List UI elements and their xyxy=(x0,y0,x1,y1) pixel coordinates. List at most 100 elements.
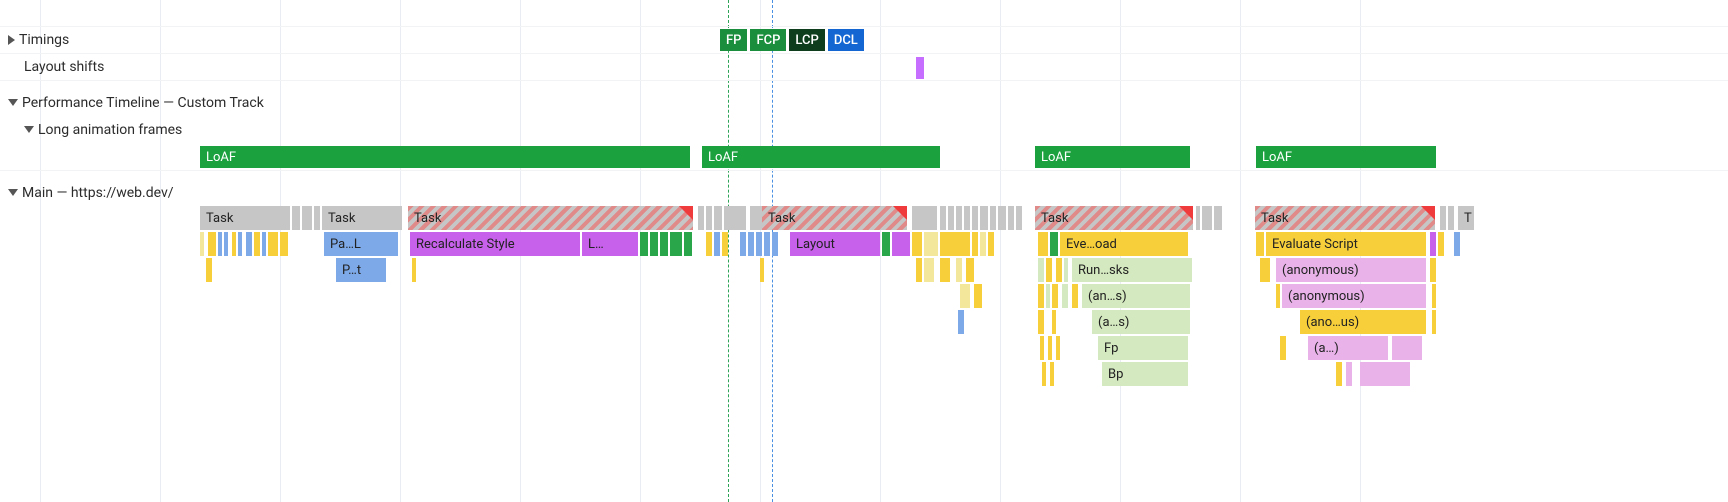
flame-entry[interactable] xyxy=(974,284,982,308)
flame-entry[interactable] xyxy=(1346,362,1352,386)
flame-entry[interactable] xyxy=(650,232,658,256)
flame-entry[interactable] xyxy=(660,232,668,256)
flame-entry[interactable]: Task xyxy=(408,206,693,230)
flame-entry[interactable] xyxy=(1042,362,1046,386)
flame-entry[interactable] xyxy=(1280,336,1286,360)
flame-entry[interactable]: Recalculate Style xyxy=(410,232,580,256)
flame-entry[interactable] xyxy=(1336,362,1342,386)
flame-entry[interactable] xyxy=(924,258,934,282)
flame-entry[interactable] xyxy=(1432,284,1436,308)
flame-entry[interactable] xyxy=(232,232,236,256)
flame-entry[interactable] xyxy=(1016,206,1022,230)
loaf-entry[interactable]: LoAF xyxy=(1256,146,1436,168)
flame-entry[interactable] xyxy=(980,232,986,256)
flame-entry[interactable] xyxy=(224,232,228,256)
flame-entry[interactable]: (anonymous) xyxy=(1282,284,1426,308)
flame-entry[interactable] xyxy=(1050,232,1058,256)
flame-entry[interactable]: Pa…L xyxy=(324,232,398,256)
flame-entry[interactable] xyxy=(1048,336,1052,360)
flame-entry[interactable]: (a…) xyxy=(1308,336,1388,360)
flame-entry[interactable] xyxy=(698,206,704,230)
flame-entry[interactable] xyxy=(924,232,938,256)
expand-icon[interactable] xyxy=(8,35,15,45)
collapse-icon[interactable] xyxy=(24,126,34,133)
flame-entry[interactable] xyxy=(972,232,978,256)
flame-entry[interactable] xyxy=(1430,258,1436,282)
flame-entry[interactable] xyxy=(292,206,300,230)
flame-entry[interactable] xyxy=(956,206,962,230)
layout-shift-event[interactable] xyxy=(916,57,924,79)
flame-entry[interactable] xyxy=(740,232,746,256)
timings-track[interactable]: Timings xyxy=(0,32,69,48)
flame-entry[interactable] xyxy=(1276,284,1280,308)
flame-entry[interactable] xyxy=(1052,284,1058,308)
flame-entry[interactable] xyxy=(1056,336,1060,360)
flame-entry[interactable] xyxy=(1440,206,1446,230)
flame-entry[interactable] xyxy=(1392,336,1422,360)
flame-entry[interactable] xyxy=(998,206,1006,230)
flame-entry[interactable] xyxy=(756,232,762,256)
timing-badge-fp[interactable]: FP xyxy=(720,29,747,51)
loaf-entry[interactable]: LoAF xyxy=(1035,146,1190,168)
timing-badge-lcp[interactable]: LCP xyxy=(789,29,824,51)
timing-badge-dcl[interactable]: DCL xyxy=(828,29,864,51)
flame-entry[interactable] xyxy=(254,232,260,256)
flame-entry[interactable] xyxy=(1438,232,1444,256)
flame-entry[interactable] xyxy=(1038,258,1044,282)
flame-entry[interactable]: Fp xyxy=(1098,336,1188,360)
flame-entry[interactable] xyxy=(1040,336,1044,360)
flame-entry[interactable] xyxy=(246,232,252,256)
flame-entry[interactable] xyxy=(912,206,937,230)
flame-entry[interactable] xyxy=(1050,362,1054,386)
flame-entry[interactable]: (an…s) xyxy=(1082,284,1190,308)
flame-entry[interactable] xyxy=(988,232,994,256)
flame-entry[interactable] xyxy=(892,232,910,256)
flame-entry[interactable] xyxy=(714,232,720,256)
flame-entry[interactable] xyxy=(268,232,278,256)
flame-entry[interactable] xyxy=(1038,310,1044,334)
flame-entry[interactable] xyxy=(208,232,216,256)
loaf-entry[interactable]: LoAF xyxy=(702,146,940,168)
collapse-icon[interactable] xyxy=(8,189,18,196)
flame-entry[interactable] xyxy=(1052,310,1056,334)
flame-entry[interactable]: Task xyxy=(1255,206,1435,230)
flame-entry[interactable] xyxy=(1038,284,1044,308)
flame-entry[interactable] xyxy=(280,232,288,256)
flame-entry[interactable] xyxy=(916,258,922,282)
flame-entry[interactable] xyxy=(958,310,964,334)
flame-entry[interactable] xyxy=(640,232,648,256)
flame-entry[interactable]: (ano…us) xyxy=(1300,310,1426,334)
flame-entry[interactable] xyxy=(1046,284,1050,308)
flame-entry[interactable] xyxy=(990,206,996,230)
flame-entry[interactable] xyxy=(238,232,242,256)
flame-entry[interactable] xyxy=(1038,232,1048,256)
flame-entry[interactable] xyxy=(1448,206,1454,230)
flame-entry[interactable]: Task xyxy=(322,206,402,230)
flame-entry[interactable] xyxy=(966,258,974,282)
flame-entry[interactable]: Task xyxy=(762,206,907,230)
flame-entry[interactable]: Layout xyxy=(790,232,880,256)
flame-entry[interactable] xyxy=(772,232,778,256)
flame-entry[interactable]: Task xyxy=(200,206,290,230)
flame-entry[interactable] xyxy=(1056,258,1062,282)
layout-shifts-track[interactable]: Layout shifts xyxy=(0,59,104,75)
flame-entry[interactable] xyxy=(764,232,770,256)
flame-entry[interactable] xyxy=(1202,206,1212,230)
flame-entry[interactable] xyxy=(714,206,722,230)
loaf-entry[interactable]: LoAF xyxy=(200,146,690,168)
flame-entry[interactable] xyxy=(206,258,212,282)
flame-entry[interactable] xyxy=(1454,232,1460,256)
flame-chart[interactable]: TaskTaskTaskTaskTaskTaskTPa…LRecalculate… xyxy=(0,206,1728,388)
flame-entry[interactable] xyxy=(940,258,950,282)
flame-entry[interactable] xyxy=(314,206,320,230)
flame-entry[interactable] xyxy=(706,206,712,230)
flame-entry[interactable] xyxy=(1260,258,1270,282)
flame-entry[interactable] xyxy=(262,232,266,256)
flame-entry[interactable] xyxy=(218,232,222,256)
flame-entry[interactable] xyxy=(1072,284,1078,308)
flame-entry[interactable] xyxy=(302,206,312,230)
timing-badge-fcp[interactable]: FCP xyxy=(750,29,786,51)
flame-entry[interactable] xyxy=(1008,206,1014,230)
flame-entry[interactable] xyxy=(748,232,754,256)
flame-entry[interactable]: Run…sks xyxy=(1072,258,1192,282)
